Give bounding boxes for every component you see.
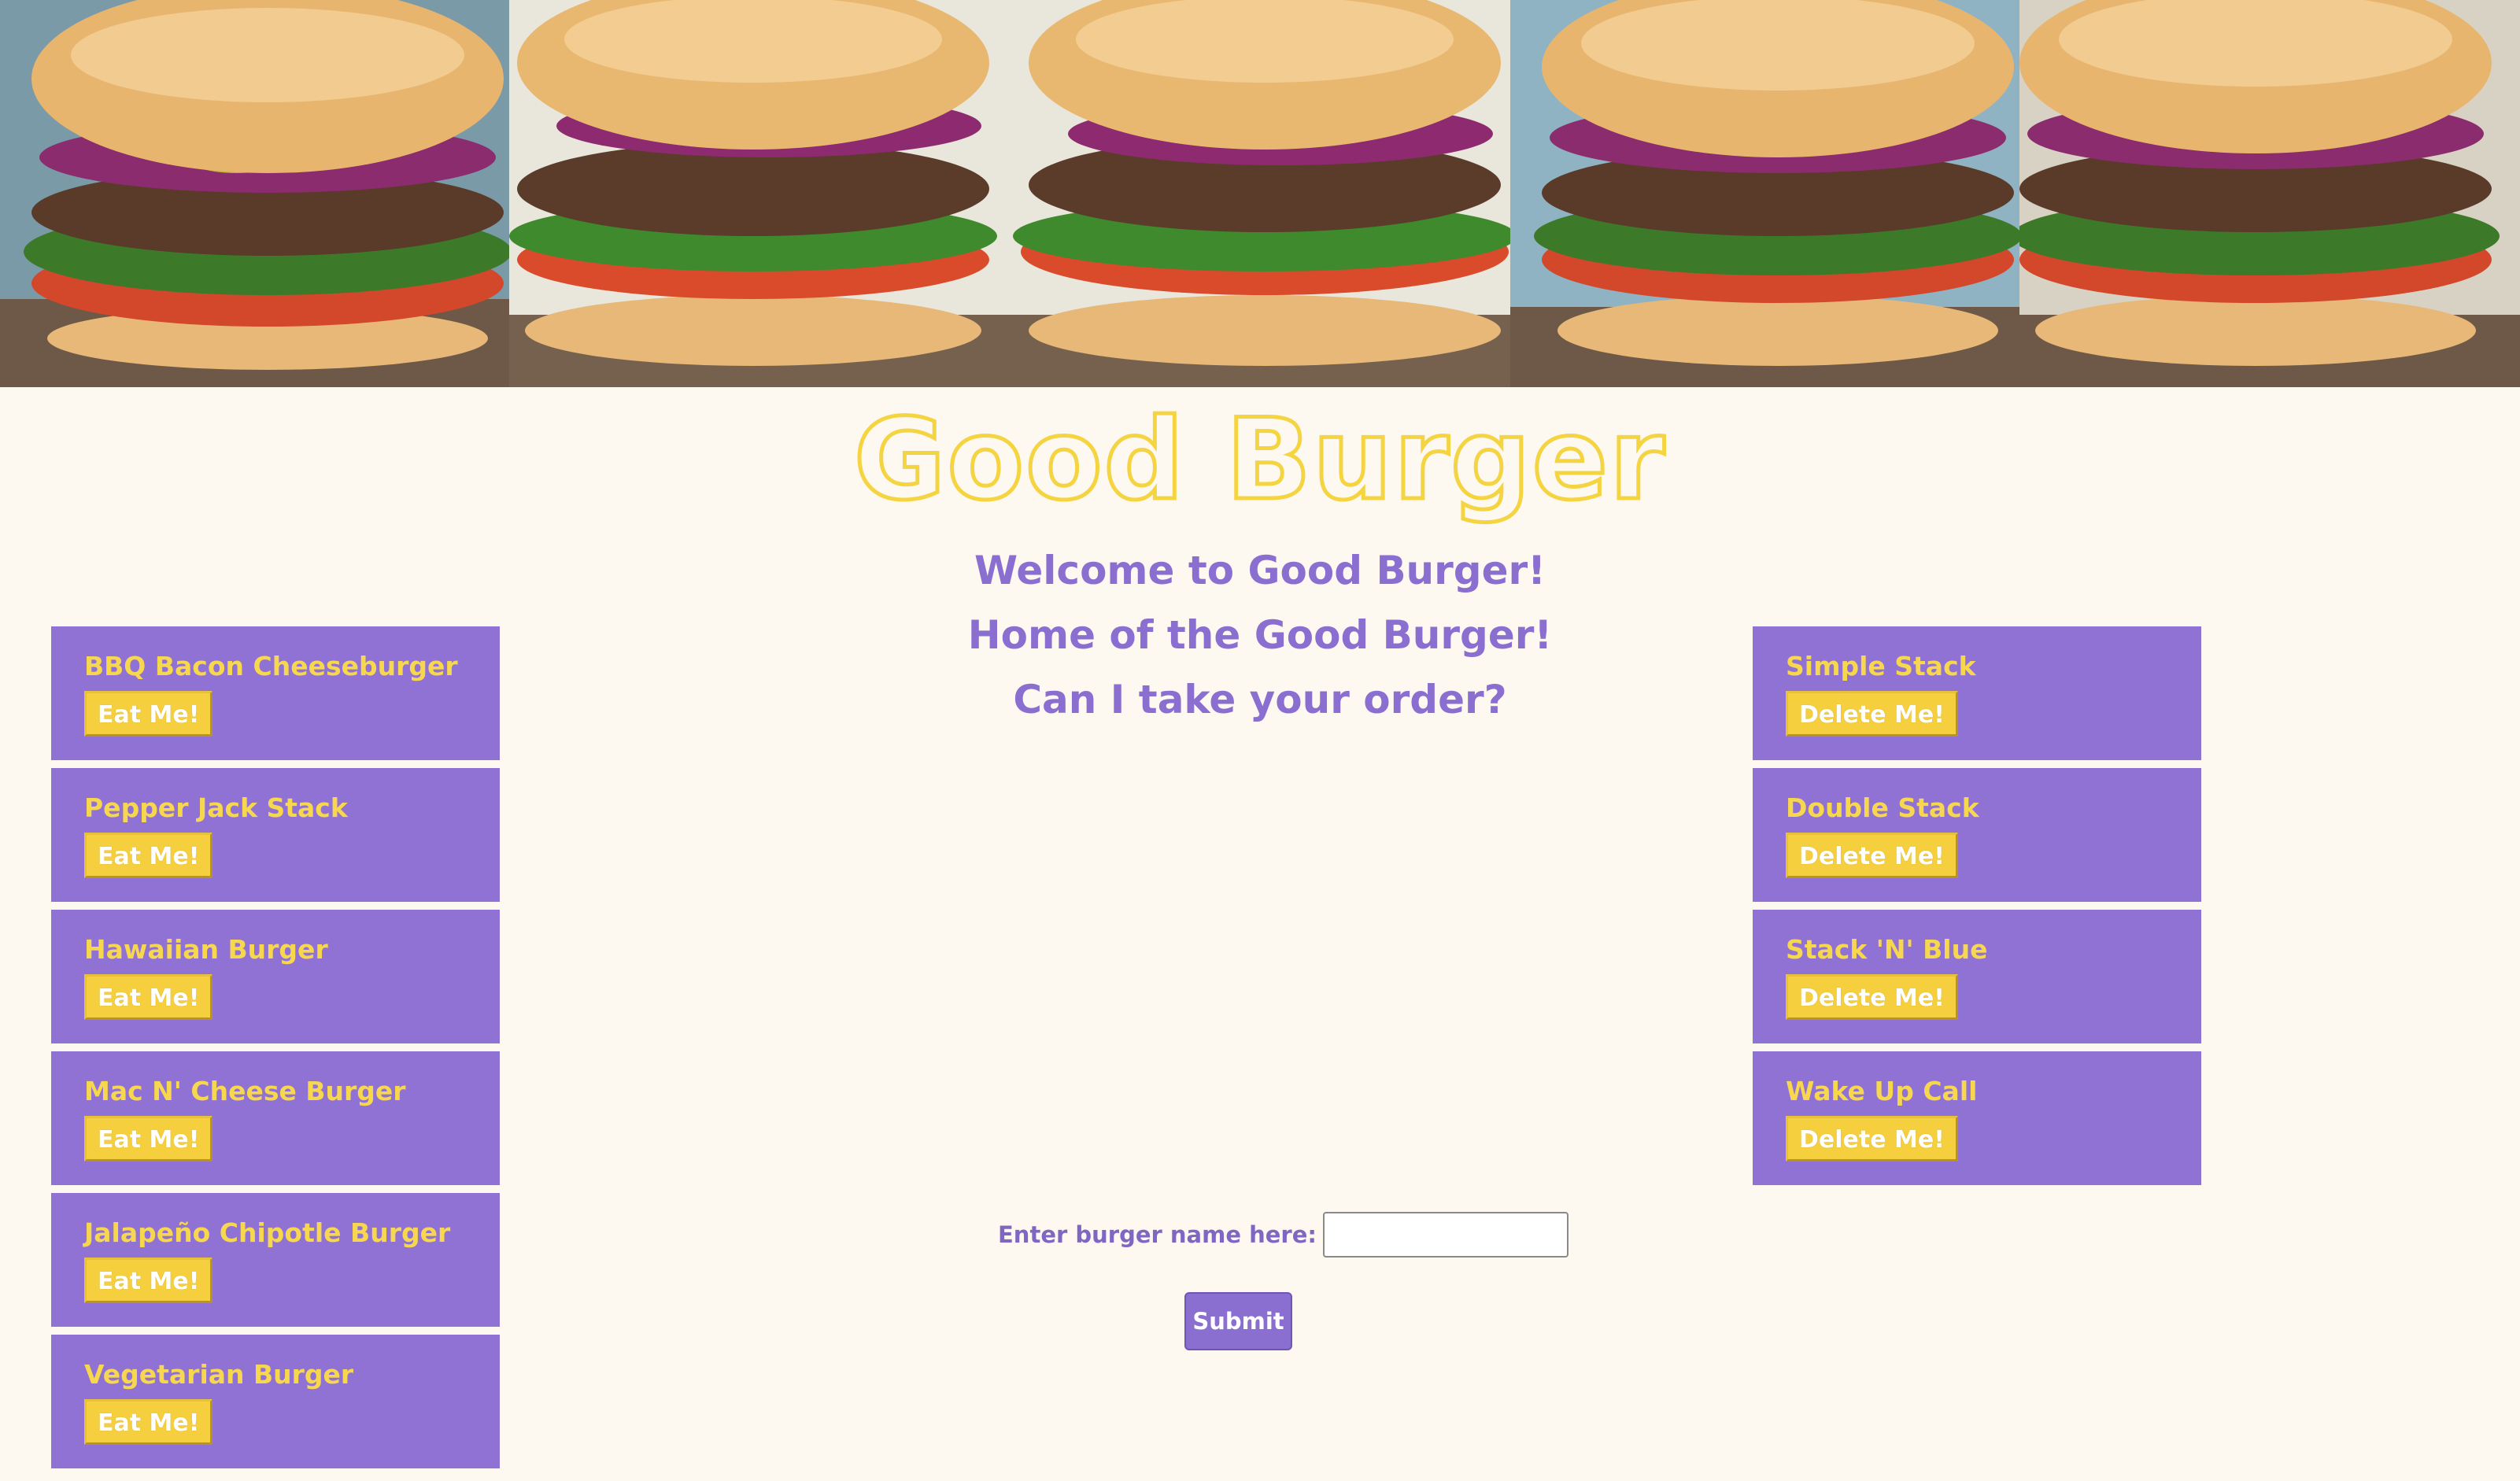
eat-button[interactable]: Eat Me! xyxy=(84,1399,213,1445)
burger-photo xyxy=(2019,0,2520,387)
uneaten-burger-list: BBQ Bacon Cheeseburger Eat Me! Pepper Ja… xyxy=(51,626,500,1476)
burger-name: Wake Up Call xyxy=(1786,1076,1978,1106)
burger-name: Mac N' Cheese Burger xyxy=(84,1076,406,1106)
burger-name: Simple Stack xyxy=(1786,651,1976,681)
burger-photo xyxy=(1510,0,2019,387)
burger-photo xyxy=(0,0,509,387)
burger-name-label: Enter burger name here: xyxy=(998,1221,1317,1248)
delete-button[interactable]: Delete Me! xyxy=(1786,833,1958,878)
burger-name: BBQ Bacon Cheeseburger xyxy=(84,651,458,681)
delete-button[interactable]: Delete Me! xyxy=(1786,691,1958,737)
eat-button[interactable]: Eat Me! xyxy=(84,1258,213,1303)
page-title: Good Burger xyxy=(852,393,1667,527)
burger-card: Pepper Jack Stack Eat Me! xyxy=(51,768,500,902)
burger-name: Stack 'N' Blue xyxy=(1786,934,1988,965)
burger-card: Mac N' Cheese Burger Eat Me! xyxy=(51,1051,500,1185)
burger-name: Jalapeño Chipotle Burger xyxy=(84,1217,451,1248)
burger-banner xyxy=(0,0,2520,387)
eat-button[interactable]: Eat Me! xyxy=(84,1116,213,1162)
eat-button[interactable]: Eat Me! xyxy=(84,691,213,737)
burger-card: Simple Stack Delete Me! xyxy=(1753,626,2201,760)
delete-button[interactable]: Delete Me! xyxy=(1786,1116,1958,1162)
eaten-burger-list: Simple Stack Delete Me! Double Stack Del… xyxy=(1753,626,2201,1193)
eat-button[interactable]: Eat Me! xyxy=(84,974,213,1020)
burger-name: Hawaiian Burger xyxy=(84,934,328,965)
burger-card: Stack 'N' Blue Delete Me! xyxy=(1753,910,2201,1043)
burger-name: Vegetarian Burger xyxy=(84,1359,354,1390)
burger-card: Double Stack Delete Me! xyxy=(1753,768,2201,902)
eat-button[interactable]: Eat Me! xyxy=(84,833,213,878)
delete-button[interactable]: Delete Me! xyxy=(1786,974,1958,1020)
submit-button[interactable]: Submit xyxy=(1184,1292,1292,1350)
burger-card: Vegetarian Burger Eat Me! xyxy=(51,1335,500,1468)
burger-card: BBQ Bacon Cheeseburger Eat Me! xyxy=(51,626,500,760)
welcome-line: Welcome to Good Burger! xyxy=(974,548,1546,593)
burger-name: Pepper Jack Stack xyxy=(84,792,348,823)
burger-photo xyxy=(509,0,1510,387)
burger-name: Double Stack xyxy=(1786,792,1979,823)
burger-name-input[interactable] xyxy=(1323,1212,1569,1258)
add-burger-form: Enter burger name here: xyxy=(998,1210,1569,1259)
burger-card: Jalapeño Chipotle Burger Eat Me! xyxy=(51,1193,500,1327)
burger-card: Hawaiian Burger Eat Me! xyxy=(51,910,500,1043)
burger-card: Wake Up Call Delete Me! xyxy=(1753,1051,2201,1185)
